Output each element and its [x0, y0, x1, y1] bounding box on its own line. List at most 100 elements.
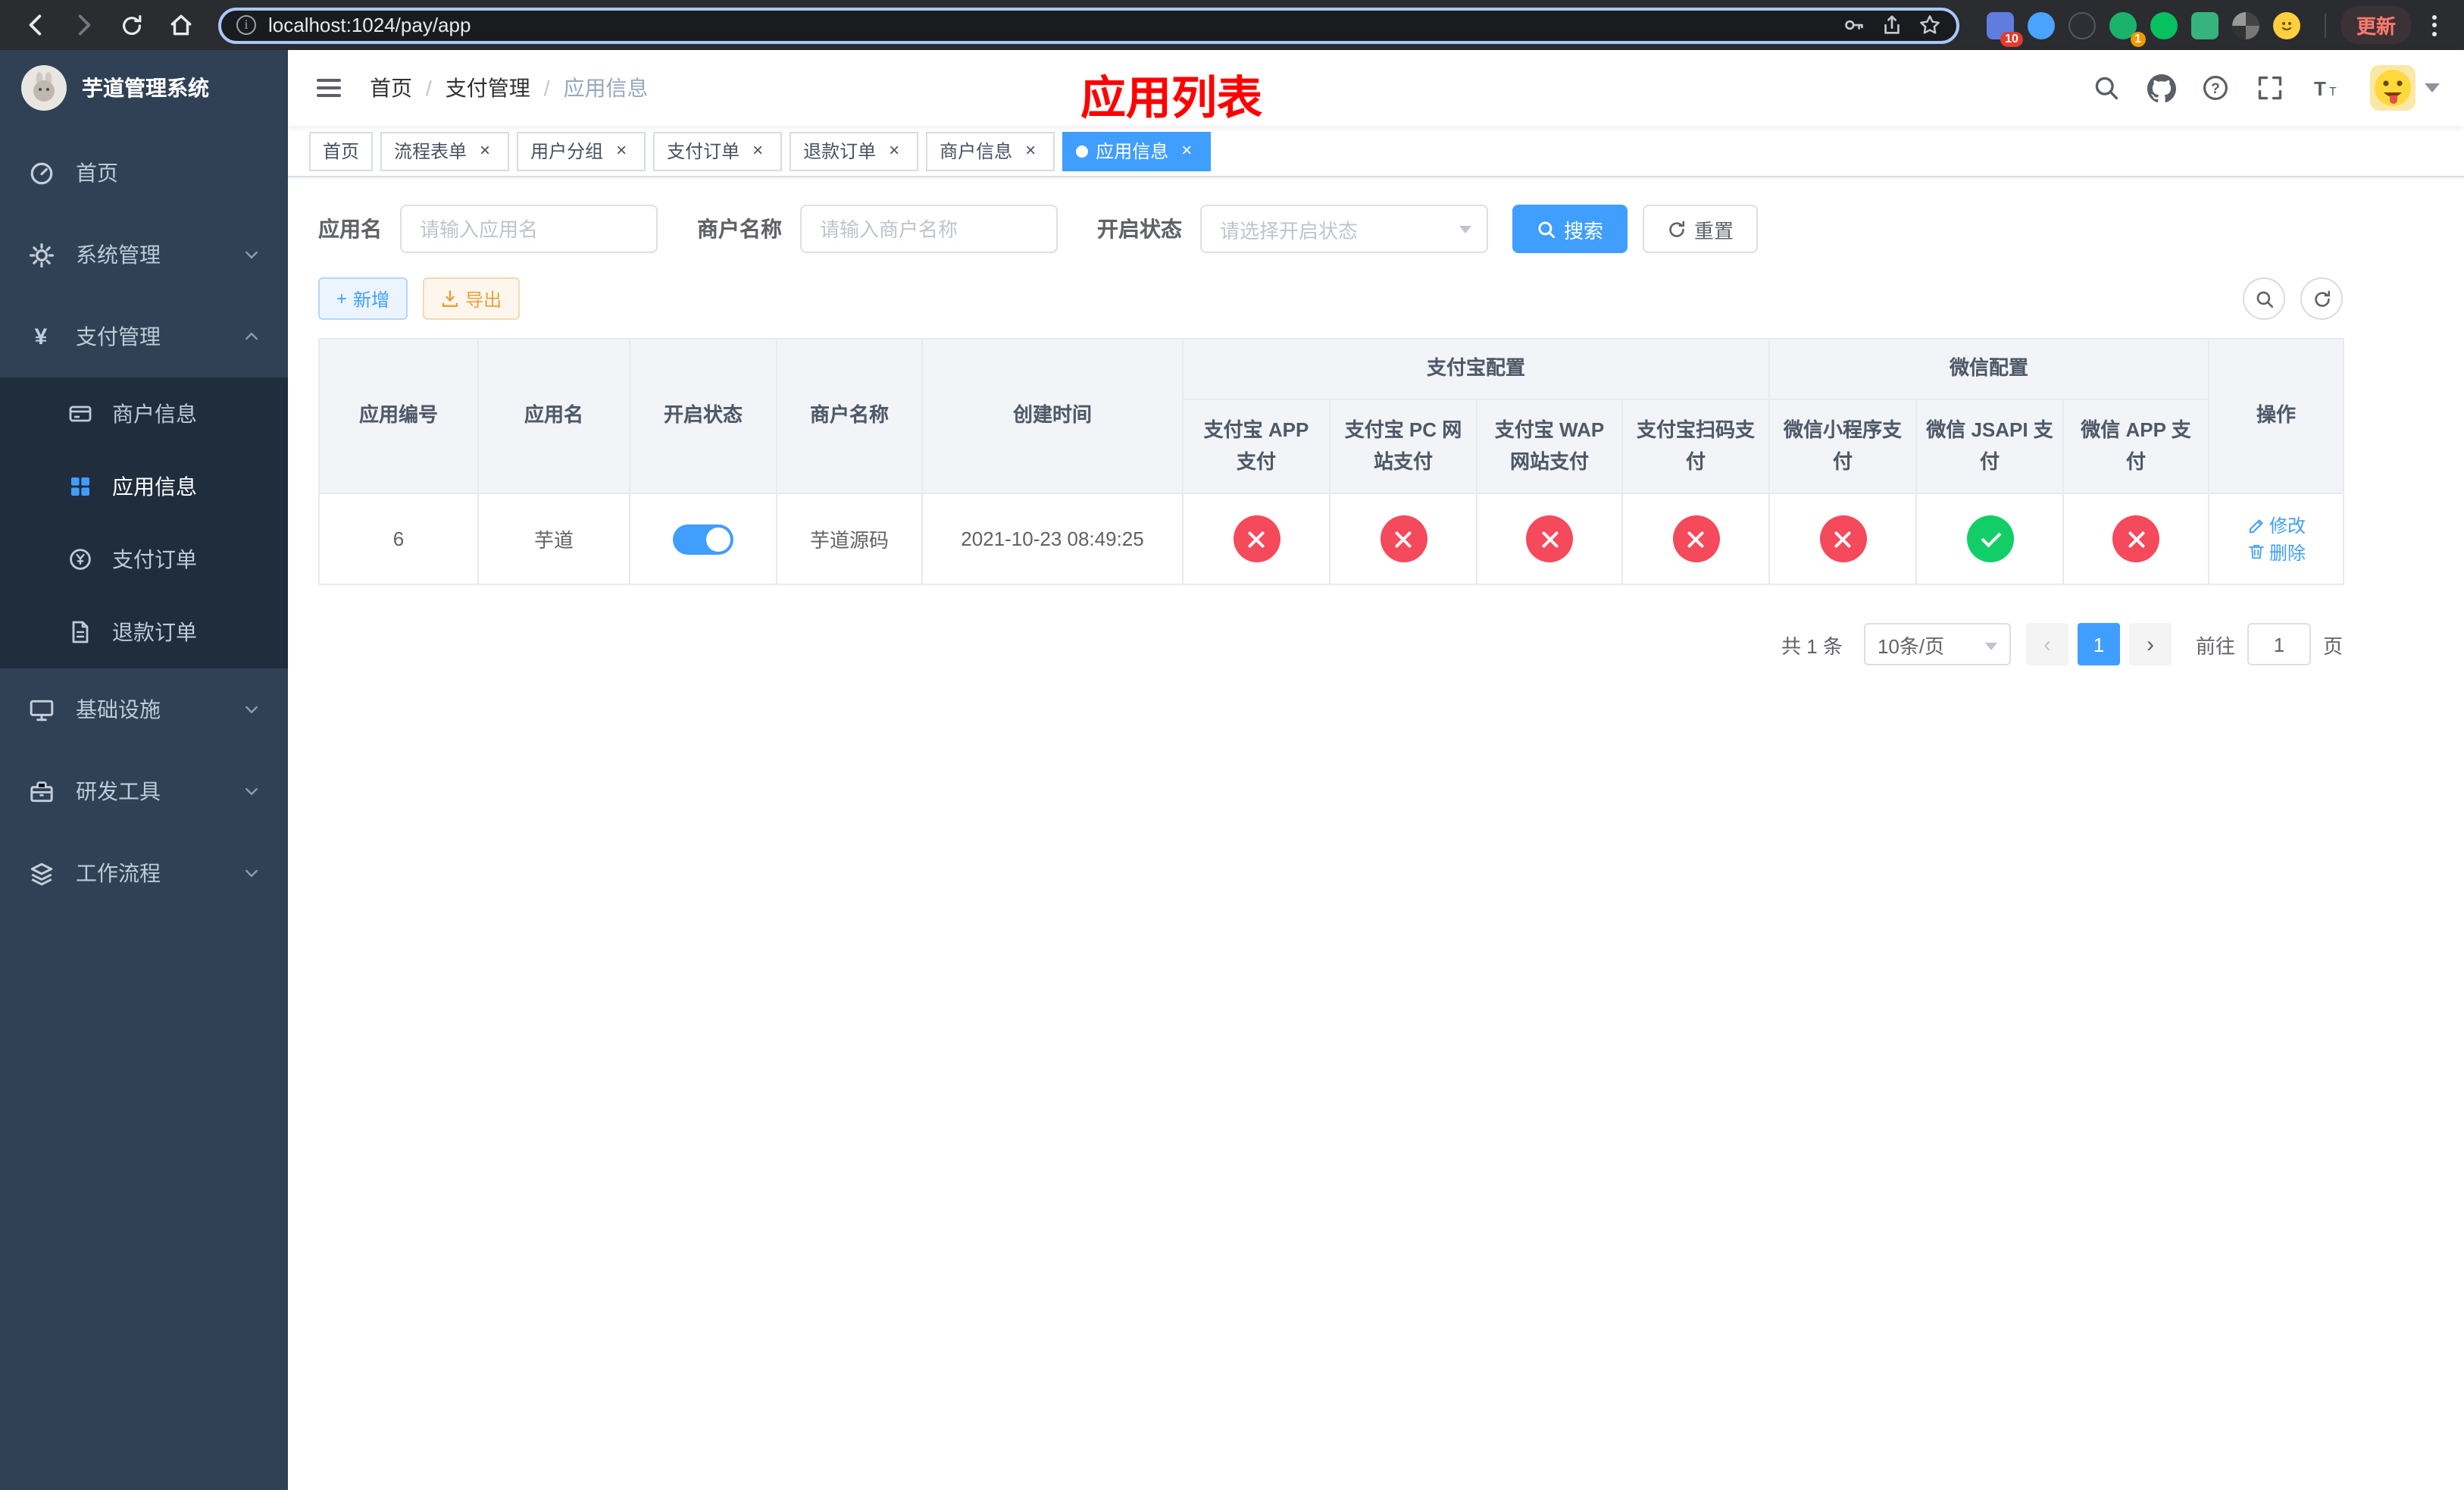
close-icon[interactable]: × — [747, 139, 768, 161]
breadcrumb-payment[interactable]: 支付管理 — [446, 73, 530, 103]
toggle-search-button[interactable] — [2243, 277, 2285, 320]
app-title: 芋道管理系统 — [82, 76, 209, 100]
close-icon[interactable]: × — [611, 139, 632, 161]
tab-pay-order[interactable]: 支付订单 × — [653, 131, 783, 171]
bookmark-star-icon[interactable] — [1918, 14, 1941, 36]
col-header-alipay-app: 支付宝 APP 支付 — [1182, 398, 1330, 495]
filter-form: 应用名 商户名称 开启状态 请选择开启状态 搜索 — [318, 205, 2343, 253]
edit-link[interactable]: 修改 — [2247, 513, 2306, 539]
browser-toolbar: i localhost:1024/pay/app 10 1 更新 — [0, 0, 2464, 50]
tab-home[interactable]: 首页 — [309, 131, 374, 171]
github-icon[interactable] — [2146, 73, 2176, 103]
sidebar-item-refund-order[interactable]: 退款订单 — [0, 596, 288, 668]
sidebar-item-workflow[interactable]: 工作流程 — [0, 832, 288, 914]
url-text: localhost:1024/pay/app — [268, 14, 471, 36]
close-icon[interactable]: × — [883, 139, 905, 161]
extension-icon[interactable] — [2231, 11, 2259, 39]
fullscreen-icon[interactable] — [2255, 73, 2285, 103]
goto-page-input[interactable] — [2247, 623, 2311, 666]
cell-wx-jsapi — [1915, 493, 2065, 586]
reset-button-label: 重置 — [1694, 219, 1734, 242]
help-icon[interactable]: ? — [2200, 73, 2231, 103]
sidebar-item-merchant-info[interactable]: 商户信息 — [0, 377, 288, 450]
col-header-wx-mini: 微信小程序支付 — [1768, 398, 1918, 495]
app-table: 应用编号 应用名 开启状态 商户名称 创建时间 支付宝配置 微信配置 操作 支付… — [318, 337, 2345, 586]
status-cross-icon — [1672, 515, 1719, 563]
table-toolbar: + 新增 导出 — [318, 277, 2343, 320]
extension-icon[interactable] — [2150, 11, 2178, 39]
status-toggle[interactable] — [673, 524, 733, 555]
status-cross-icon — [2112, 515, 2160, 563]
sidebar-item-payment[interactable]: ¥ 支付管理 — [0, 296, 288, 377]
app-name-input[interactable] — [400, 205, 658, 253]
sidebar-item-pay-order[interactable]: 支付订单 — [0, 523, 288, 596]
cell-wx-app — [2062, 493, 2210, 586]
extension-icon[interactable] — [2027, 11, 2055, 39]
sidebar-item-home[interactable]: 首页 — [0, 132, 288, 214]
hamburger-icon[interactable] — [312, 71, 346, 105]
user-menu[interactable] — [2370, 65, 2440, 111]
key-icon[interactable] — [1843, 14, 1865, 36]
col-header-actions: 操作 — [2208, 337, 2345, 495]
merchant-name-input[interactable] — [800, 205, 1058, 253]
close-icon[interactable]: × — [1020, 139, 1041, 161]
back-icon[interactable] — [15, 5, 55, 45]
page-number-1[interactable]: 1 — [2077, 623, 2120, 666]
close-icon[interactable]: × — [474, 139, 496, 161]
next-page-button[interactable]: › — [2128, 623, 2172, 666]
search-button[interactable]: 搜索 — [1512, 205, 1628, 253]
navbar-actions: ? TT — [2091, 65, 2440, 111]
close-icon[interactable]: × — [1176, 139, 1197, 161]
extension-icon[interactable] — [2068, 11, 2096, 39]
logo-avatar — [21, 65, 67, 111]
export-button[interactable]: 导出 — [423, 277, 521, 320]
delete-link[interactable]: 删除 — [2247, 540, 2306, 565]
search-icon[interactable] — [2091, 73, 2122, 103]
address-bar[interactable]: i localhost:1024/pay/app — [218, 7, 1959, 43]
extension-icon[interactable]: 10 — [1986, 11, 2023, 46]
breadcrumb-separator: / — [426, 76, 432, 100]
status-cross-icon — [1526, 515, 1573, 563]
extension-icon[interactable]: 1 — [2109, 11, 2146, 46]
app-logo[interactable]: 芋道管理系统 — [0, 50, 288, 126]
breadcrumb-home[interactable]: 首页 — [370, 73, 412, 103]
sidebar-item-app-info[interactable]: 应用信息 — [0, 450, 288, 523]
tab-app-info[interactable]: 应用信息 × — [1062, 131, 1212, 171]
cell-actions: 修改 删除 — [2208, 493, 2345, 586]
add-button[interactable]: + 新增 — [318, 277, 408, 320]
extension-icon[interactable] — [2190, 11, 2219, 39]
chevron-down-icon — [1459, 226, 1471, 233]
chevron-down-icon — [242, 246, 261, 264]
tab-merchant-info[interactable]: 商户信息 × — [926, 131, 1055, 171]
active-dot — [1076, 145, 1089, 157]
sidebar-item-dev-tools[interactable]: 研发工具 — [0, 750, 288, 832]
reset-button[interactable]: 重置 — [1643, 205, 1759, 253]
tab-refund-order[interactable]: 退款订单 × — [790, 131, 919, 171]
browser-menu-icon[interactable] — [2420, 8, 2449, 42]
browser-update-button[interactable]: 更新 — [2340, 6, 2411, 44]
page-size-select[interactable]: 10条/页 — [1863, 623, 2011, 666]
prev-page-button[interactable]: ‹ — [2025, 623, 2068, 666]
reload-icon[interactable] — [112, 5, 152, 45]
home-icon[interactable] — [161, 5, 200, 45]
sidebar-item-label: 系统管理 — [76, 243, 161, 267]
share-icon[interactable] — [1881, 14, 1903, 36]
extension-icon[interactable] — [2272, 11, 2300, 39]
forward-icon[interactable] — [64, 5, 103, 45]
font-size-icon[interactable]: TT — [2309, 73, 2340, 103]
sidebar-item-system[interactable]: 系统管理 — [0, 214, 288, 296]
sidebar-item-label: 应用信息 — [112, 474, 197, 499]
breadcrumb: 首页 / 支付管理 / 应用信息 — [370, 73, 649, 103]
site-info-icon[interactable]: i — [236, 15, 256, 35]
monitor-icon — [27, 696, 55, 722]
sidebar: 芋道管理系统 首页 系统管理 ¥ 支付管理 商户信息 应用信息 支付订单 退款订… — [0, 50, 288, 1490]
col-header-app-id: 应用编号 — [318, 337, 479, 495]
sidebar-item-label: 商户信息 — [112, 402, 197, 426]
dashboard-icon — [27, 160, 55, 186]
sidebar-item-infrastructure[interactable]: 基础设施 — [0, 668, 288, 750]
grid-icon — [67, 474, 94, 499]
tab-user-group[interactable]: 用户分组 × — [517, 131, 646, 171]
refresh-button[interactable] — [2300, 277, 2343, 320]
tab-process-form[interactable]: 流程表单 × — [380, 131, 510, 171]
status-select[interactable]: 请选择开启状态 — [1200, 205, 1488, 253]
